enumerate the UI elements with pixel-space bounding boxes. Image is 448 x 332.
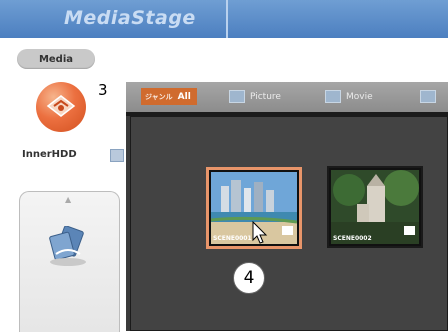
tab-movie[interactable]: Movie	[325, 88, 373, 105]
inner-hdd-icon[interactable]	[36, 82, 86, 132]
tab-picture[interactable]: Picture	[229, 88, 281, 105]
hdd-glyph-icon	[46, 95, 76, 117]
tab-more[interactable]	[420, 88, 441, 105]
brand-area: MediaStage	[0, 0, 228, 38]
tab-all[interactable]: ジャンル All	[141, 88, 197, 105]
scroll-up-icon[interactable]: ▲	[65, 195, 71, 204]
thumbnail-scene0002[interactable]: SCENE0002	[327, 166, 423, 248]
tab-all-label: All	[177, 91, 191, 102]
thumbnail-caption: SCENE0001	[213, 235, 252, 242]
more-tab-icon	[420, 90, 436, 103]
callout-3: 3	[98, 81, 108, 99]
thumbnail-caption: SCENE0002	[333, 235, 372, 242]
tab-all-prefix: ジャンル	[145, 92, 173, 101]
tab-picture-label: Picture	[250, 91, 281, 102]
tab-movie-label: Movie	[346, 91, 373, 102]
device-label: InnerHDD	[22, 149, 77, 160]
device-toggle[interactable]	[110, 149, 124, 162]
media-button[interactable]: Media	[17, 49, 95, 69]
app-header: MediaStage	[0, 0, 448, 38]
thumbnail-flag-icon	[282, 226, 293, 235]
device-panel: ▲	[19, 191, 120, 332]
thumbnail-flag-icon	[404, 226, 415, 235]
movie-tab-icon	[325, 90, 341, 103]
filter-tabbar: ジャンル All Picture Movie	[126, 82, 448, 116]
device-icon[interactable]	[46, 226, 90, 268]
content-panel: ジャンル All Picture Movie SCENE0001 SCENE00…	[126, 82, 448, 331]
thumbnail-grid: SCENE0001 SCENE0002	[130, 116, 448, 331]
callout-4: 4	[233, 262, 265, 294]
pointer-cursor-icon	[252, 221, 268, 244]
picture-tab-icon	[229, 90, 245, 103]
app-title: MediaStage	[64, 7, 196, 29]
